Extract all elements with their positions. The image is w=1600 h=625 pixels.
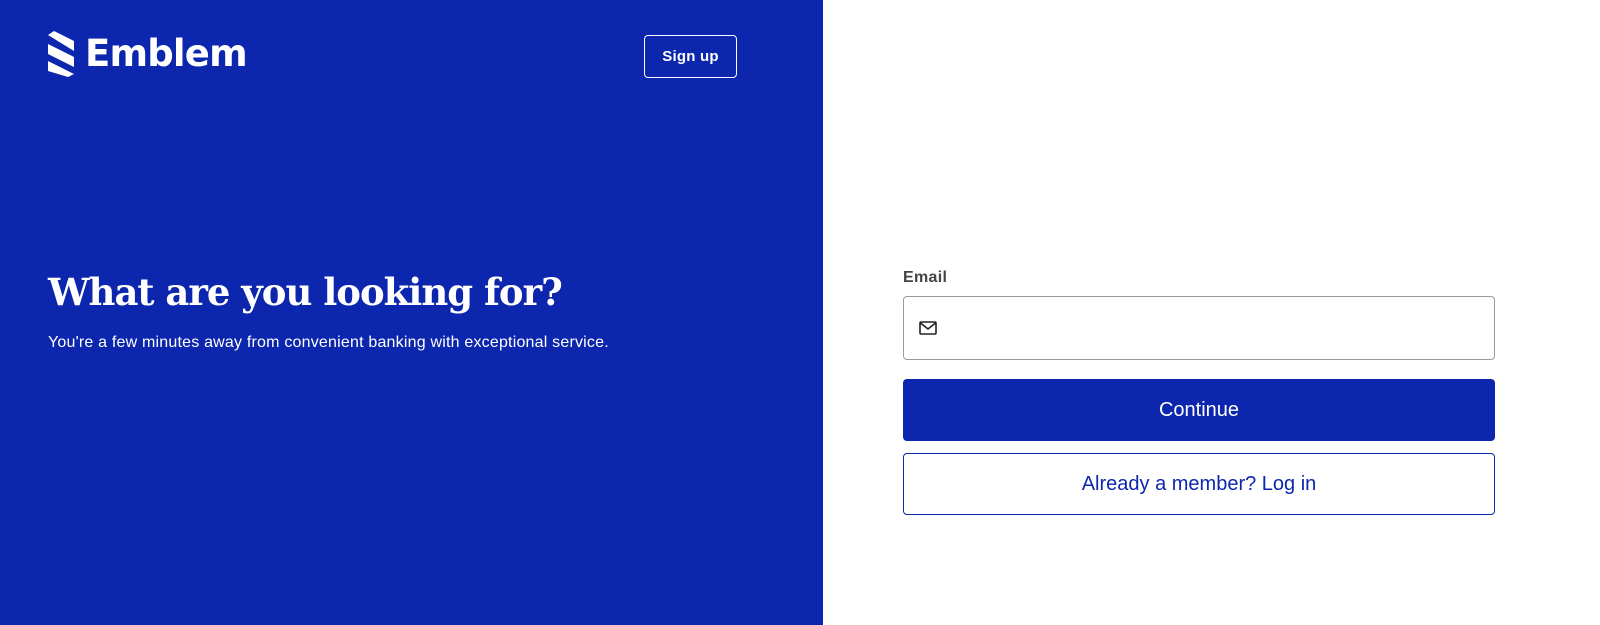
email-input[interactable] (937, 297, 1494, 359)
form-panel: Email Continue Already a member? Log in (823, 0, 1600, 625)
mail-icon (919, 321, 937, 335)
hero-subtitle: You're a few minutes away from convenien… (48, 334, 609, 351)
emblem-stripes-icon (48, 31, 74, 77)
login-button[interactable]: Already a member? Log in (903, 453, 1495, 515)
signup-button[interactable]: Sign up (644, 35, 737, 78)
signup-page: Emblem Sign up What are you looking for?… (0, 0, 1600, 625)
brand-panel: Emblem Sign up What are you looking for?… (0, 0, 823, 625)
email-field[interactable] (903, 296, 1495, 360)
email-label: Email (903, 269, 948, 286)
brand-name: Emblem (85, 32, 248, 75)
brand-logo[interactable]: Emblem (48, 31, 248, 77)
continue-button[interactable]: Continue (903, 379, 1495, 441)
hero-title: What are you looking for? (48, 270, 563, 314)
